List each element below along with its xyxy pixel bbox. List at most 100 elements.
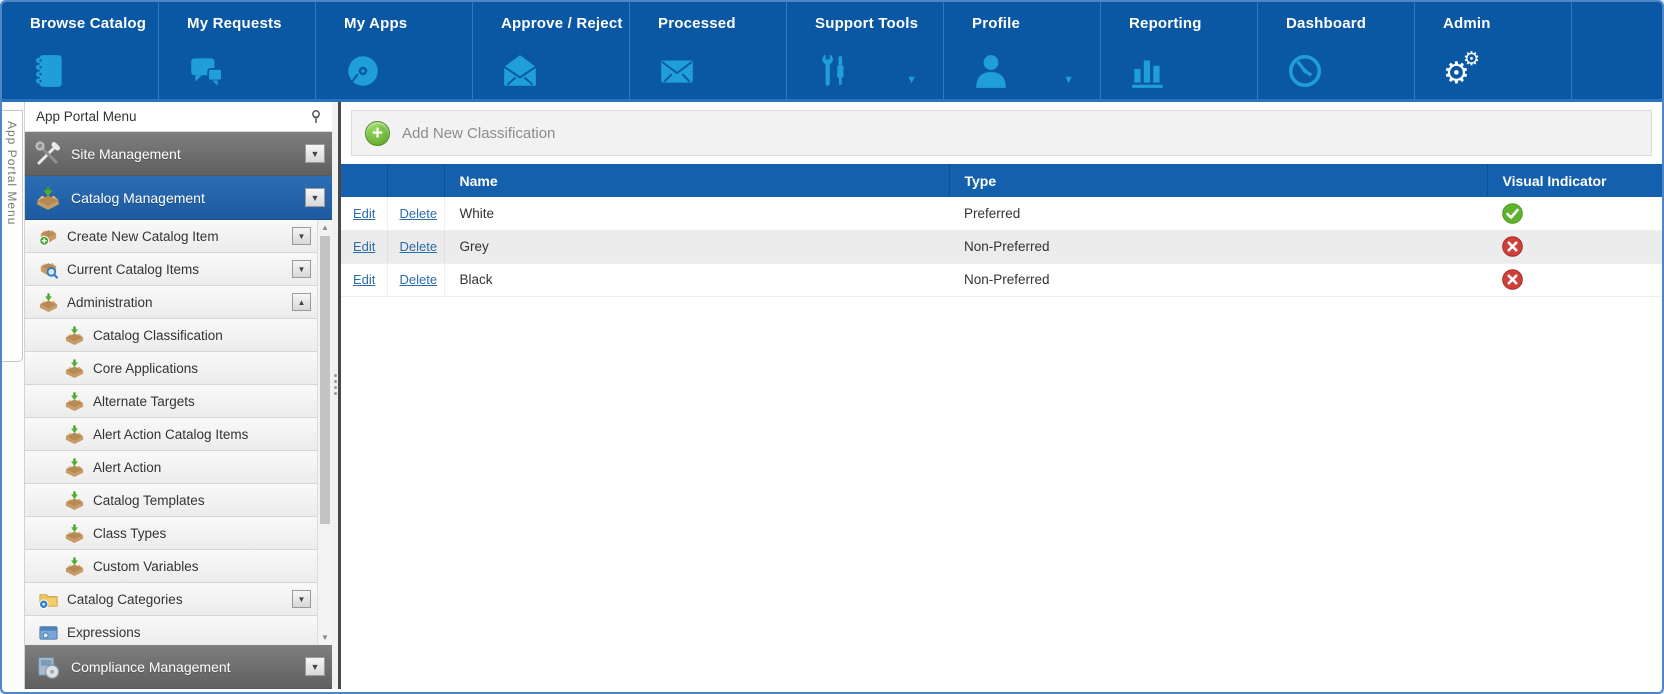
nav-tab-browse-catalog[interactable]: Browse Catalog: [2, 2, 159, 99]
collapsed-panel-strip: App Portal Menu: [2, 102, 24, 689]
nav-tab-support-tools[interactable]: Support Tools ▼: [787, 2, 944, 99]
table-row: Edit Delete White Preferred: [341, 197, 1662, 230]
classification-name: White: [444, 197, 949, 230]
chevron-down-icon[interactable]: ▼: [906, 74, 917, 86]
panel-splitter[interactable]: [332, 102, 341, 689]
box-icon: [64, 325, 85, 346]
sidebar-item-catalog-classification[interactable]: Catalog Classification: [25, 319, 317, 352]
box-icon: [64, 358, 85, 379]
add-plus-icon[interactable]: +: [365, 121, 390, 146]
non-preferred-x-icon: [1502, 236, 1662, 257]
nav-tab-approve-reject[interactable]: Approve / Reject: [473, 2, 630, 99]
preferred-check-icon: [1502, 203, 1662, 224]
sidebar-section-compliance-management[interactable]: Compliance Management ▼: [25, 645, 332, 689]
edit-column-header: [341, 164, 387, 197]
site-management-tools-icon: [35, 141, 61, 167]
nav-filler: [1572, 2, 1662, 99]
pin-icon[interactable]: [309, 109, 323, 125]
box-icon: [64, 490, 85, 511]
classification-type: Non-Preferred: [949, 230, 1487, 263]
classification-name: Grey: [444, 230, 949, 263]
nav-tab-dashboard[interactable]: Dashboard: [1258, 2, 1415, 99]
workspace: App Portal Menu App Portal Menu Site Man…: [2, 102, 1662, 689]
nav-tab-processed[interactable]: Processed: [630, 2, 787, 99]
book-icon: [30, 52, 68, 90]
box-icon: [64, 457, 85, 478]
compliance-software-box-icon: [35, 654, 61, 680]
sidebar-item-current-catalog-items[interactable]: Current Catalog Items ▼: [25, 253, 317, 286]
chevron-down-icon[interactable]: ▼: [292, 260, 311, 278]
table-row: Edit Delete Grey Non-Preferred: [341, 230, 1662, 263]
chevron-down-icon[interactable]: ▼: [1063, 74, 1074, 86]
envelope-icon: [658, 52, 696, 90]
nav-tab-my-apps[interactable]: My Apps: [316, 2, 473, 99]
sidebar-title-bar: App Portal Menu: [25, 102, 332, 132]
sidebar-item-catalog-templates[interactable]: Catalog Templates: [25, 484, 317, 517]
nav-tab-profile[interactable]: Profile ▼: [944, 2, 1101, 99]
sidebar-scrollbar[interactable]: ▲ ▼: [317, 220, 332, 645]
classification-name: Black: [444, 263, 949, 296]
classification-table: Name Type Visual Indicator Edit Delete W…: [341, 164, 1662, 297]
sidebar-item-custom-variables[interactable]: Custom Variables: [25, 550, 317, 583]
chevron-down-icon[interactable]: ▼: [292, 590, 311, 608]
sidebar-title: App Portal Menu: [36, 109, 137, 124]
sidebar-item-alert-action[interactable]: Alert Action: [25, 451, 317, 484]
app-portal-window: Browse Catalog My Requests My Apps: [0, 0, 1664, 694]
classification-type: Non-Preferred: [949, 263, 1487, 296]
visual-indicator-column-header: Visual Indicator: [1487, 164, 1662, 197]
table-header-row: Name Type Visual Indicator: [341, 164, 1662, 197]
scroll-down-arrow[interactable]: ▼: [318, 633, 332, 642]
chevron-down-icon[interactable]: ▼: [305, 188, 325, 207]
window-icon: [38, 622, 59, 643]
nav-tab-reporting[interactable]: Reporting: [1101, 2, 1258, 99]
box-icon: [64, 424, 85, 445]
sidebar-item-catalog-categories[interactable]: Catalog Categories ▼: [25, 583, 317, 616]
name-column-header: Name: [444, 164, 949, 197]
box-search-icon: [38, 259, 59, 280]
box-icon: [64, 391, 85, 412]
box-icon: [38, 292, 59, 313]
scrollbar-thumb[interactable]: [320, 236, 330, 524]
non-preferred-x-icon: [1502, 269, 1662, 290]
delete-column-header: [387, 164, 444, 197]
folder-gear-icon: [38, 589, 59, 610]
splitter-grip[interactable]: [334, 374, 337, 377]
chevron-down-icon[interactable]: ▼: [292, 227, 311, 245]
bar-chart-icon: [1129, 52, 1167, 90]
table-row: Edit Delete Black Non-Preferred: [341, 263, 1662, 296]
sidebar-section-catalog-management[interactable]: Catalog Management ▼: [25, 176, 332, 220]
top-navigation-bar: Browse Catalog My Requests My Apps: [2, 2, 1662, 102]
disc-icon: [344, 52, 382, 90]
main-content: + Add New Classification Name Type Visua…: [341, 102, 1662, 689]
person-icon: [972, 52, 1010, 90]
catalog-box-icon: [35, 185, 61, 211]
sidebar-item-core-applications[interactable]: Core Applications: [25, 352, 317, 385]
sidebar-item-create-new-catalog-item[interactable]: Create New Catalog Item ▼: [25, 220, 317, 253]
sidebar-item-expressions[interactable]: Expressions: [25, 616, 317, 645]
gears-icon: ⚙⚙: [1443, 52, 1481, 90]
app-portal-menu-vertical-tab[interactable]: App Portal Menu: [2, 110, 23, 362]
nav-tab-admin[interactable]: Admin ⚙⚙: [1415, 2, 1572, 99]
tools-icon: [815, 52, 853, 90]
classification-toolbar: + Add New Classification: [351, 110, 1652, 156]
box-plus-icon: [38, 226, 59, 247]
chevron-down-icon[interactable]: ▼: [305, 144, 325, 163]
edit-link[interactable]: Edit: [353, 206, 375, 221]
edit-link[interactable]: Edit: [353, 239, 375, 254]
add-new-classification-button[interactable]: Add New Classification: [402, 125, 555, 142]
sidebar-item-class-types[interactable]: Class Types: [25, 517, 317, 550]
delete-link[interactable]: Delete: [400, 272, 438, 287]
scroll-up-arrow[interactable]: ▲: [318, 223, 332, 232]
delete-link[interactable]: Delete: [400, 206, 438, 221]
nav-tab-my-requests[interactable]: My Requests: [159, 2, 316, 99]
sidebar-item-alert-action-catalog-items[interactable]: Alert Action Catalog Items: [25, 418, 317, 451]
chevron-up-icon[interactable]: ▲: [292, 293, 311, 311]
open-envelope-icon: [501, 52, 539, 90]
edit-link[interactable]: Edit: [353, 272, 375, 287]
chat-bubbles-icon: [187, 52, 225, 90]
sidebar-section-site-management[interactable]: Site Management ▼: [25, 132, 332, 176]
delete-link[interactable]: Delete: [400, 239, 438, 254]
chevron-down-icon[interactable]: ▼: [305, 657, 325, 676]
sidebar-item-alternate-targets[interactable]: Alternate Targets: [25, 385, 317, 418]
sidebar-item-administration[interactable]: Administration ▲: [25, 286, 317, 319]
